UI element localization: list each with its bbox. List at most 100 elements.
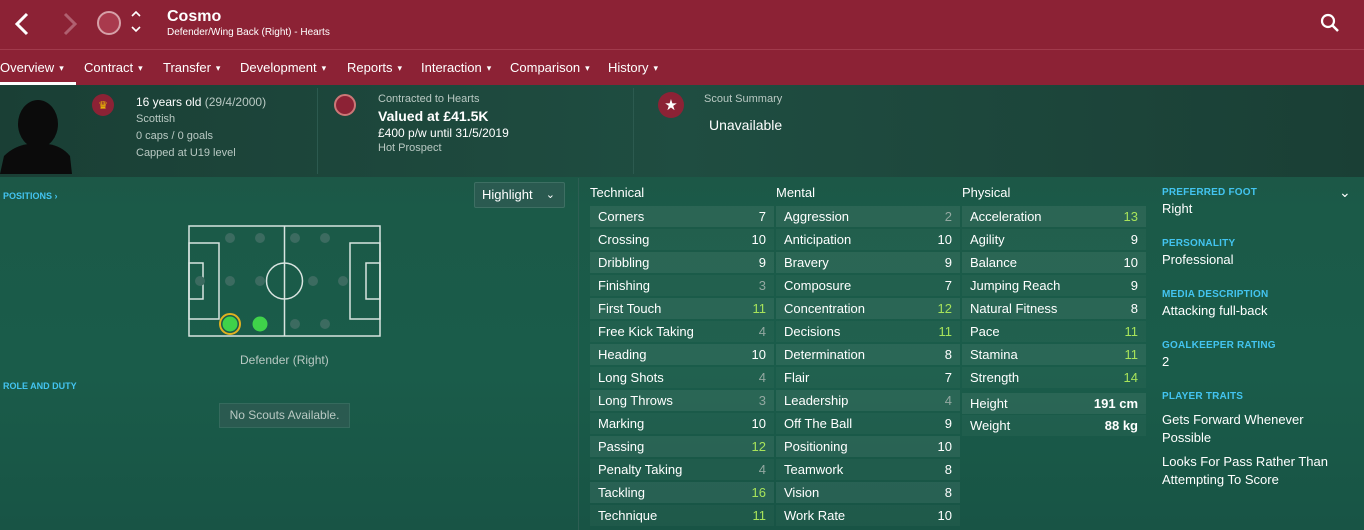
attribute-row: Composure 7 [776,275,960,296]
attribute-name: Stamina [970,347,1018,362]
attribute-name: Natural Fitness [970,301,1058,316]
attribute-row: Leadership 4 [776,390,960,411]
attribute-value: 7 [944,370,952,385]
nav-bar: Overview ▾ Contract ▾ Transfer ▾ Developmen… [0,50,1364,85]
tab-development[interactable]: Development ▾ [240,50,326,85]
attribute-row: Bravery 9 [776,252,960,273]
attribute-value: 16 [751,485,766,500]
tab-interaction[interactable]: Interaction ▾ [421,50,491,85]
attribute-row: Determination 8 [776,344,960,365]
player-name: Cosmo [167,8,222,25]
attribute-row: Natural Fitness 8 [962,298,1146,319]
attribute-row: Long Throws 3 [590,390,774,411]
tab-label: Reports [347,60,393,75]
attribute-value: 4 [944,393,952,408]
attribute-value: 8 [944,485,952,500]
preferred-foot-value: Right [1162,201,1193,216]
search-icon[interactable] [1320,13,1340,33]
chevron-down-icon: ▾ [215,63,221,73]
weight-row: Weight 88 kg [962,415,1146,436]
positions-link[interactable]: POSITIONS › [3,191,58,201]
attribute-value: 2 [944,209,952,224]
pitch-diagram [188,225,381,337]
attribute-value: 4 [758,370,766,385]
attribute-value: 14 [1123,370,1138,385]
attribute-name: Technique [598,508,658,523]
attribute-name: Decisions [784,324,841,339]
prospect-label: Hot Prospect [378,142,442,154]
player-switch-arrows-icon[interactable] [130,8,142,36]
attribute-name: Dribbling [598,255,650,270]
attribute-name: Strength [970,370,1020,385]
attribute-row: Anticipation 10 [776,229,960,250]
tab-label: Development [240,60,317,75]
attribute-value: 13 [1123,209,1138,224]
physical-heading: Physical [962,185,1011,200]
attribute-row: Aggression 2 [776,206,960,227]
attribute-row: Stamina 11 [962,344,1146,365]
tab-comparison[interactable]: Comparison ▾ [510,50,590,85]
tab-label: Comparison [510,60,581,75]
tab-transfer[interactable]: Transfer ▾ [163,50,220,85]
panel-divider [578,178,579,530]
tab-history[interactable]: History ▾ [608,50,658,85]
attribute-row: Off The Ball 9 [776,413,960,434]
attribute-row: Flair 7 [776,367,960,388]
collapse-chevron-icon[interactable]: ⌄ [1339,184,1351,201]
attribute-value: 10 [751,347,766,362]
attribute-name: Flair [784,370,810,385]
attribute-row: Passing 12 [590,436,774,457]
attribute-name: Composure [784,278,852,293]
highlight-dropdown[interactable]: Highlight ⌄ [474,182,565,208]
attribute-name: Work Rate [784,508,846,523]
attribute-name: Corners [598,209,645,224]
star-icon: ★ [658,92,684,118]
forward-arrow-icon[interactable] [60,11,80,37]
wage: £400 p/w until 31/5/2019 [378,126,509,140]
player-trait: Looks For Pass Rather Than Attempting To… [1162,454,1328,487]
attribute-value: 4 [758,462,766,477]
attribute-value: 9 [758,255,766,270]
attribute-row: Tackling 16 [590,482,774,503]
attribute-name: Aggression [784,209,850,224]
technical-heading: Technical [590,185,645,200]
tab-contract[interactable]: Contract ▾ [84,50,143,85]
chevron-down-icon: ▾ [653,63,658,73]
attribute-value: 11 [752,508,767,523]
attribute-name: Bravery [784,255,829,270]
attribute-name: Concentration [784,301,865,316]
attribute-name: Penalty Taking [598,462,683,477]
chevron-right-icon: › [52,191,58,201]
attribute-row: First Touch 11 [590,298,774,319]
attribute-row: Dribbling 9 [590,252,774,273]
nation-flag-icon: ♛ [92,94,114,116]
caps: 0 caps / 0 goals [136,130,214,142]
personality-caption: PERSONALITY [1162,238,1236,249]
attribute-value: 8 [944,347,952,362]
attribute-value: 3 [758,278,766,293]
attribute-value: 12 [751,439,766,454]
capped-level: Capped at U19 level [136,147,236,159]
attribute-value: 10 [937,508,952,523]
attribute-value: 7 [758,209,766,224]
tab-label: Overview [0,60,55,75]
tab-label: Interaction [421,60,482,75]
attribute-value: 10 [937,232,952,247]
attribute-name: Agility [970,232,1005,247]
back-arrow-icon[interactable] [12,11,32,37]
attribute-row: Crossing 10 [590,229,774,250]
tab-overview[interactable]: Overview ▾ [0,50,76,85]
attribute-name: Anticipation [784,232,852,247]
attribute-value: 9 [944,416,952,431]
mental-heading: Mental [776,185,816,200]
weight-value: 88 kg [1104,418,1138,433]
attribute-value: 11 [1124,347,1139,362]
chevron-down-icon: ▾ [486,63,492,73]
no-scouts-text: No Scouts Available. [229,408,340,422]
weight-label: Weight [970,418,1011,433]
attribute-name: Off The Ball [784,416,853,431]
tab-reports[interactable]: Reports ▾ [347,50,402,85]
attribute-row: Balance 10 [962,252,1146,273]
height-value: 191 cm [1093,396,1138,411]
attribute-name: Positioning [784,439,848,454]
